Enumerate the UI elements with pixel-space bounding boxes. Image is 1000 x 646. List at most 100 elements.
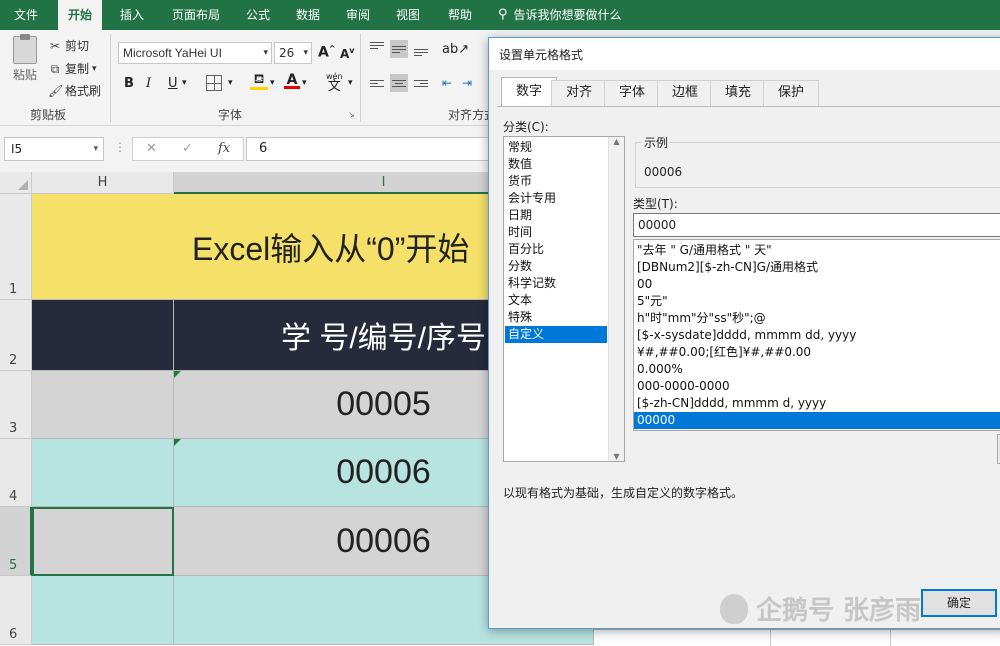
group-divider [360,34,361,122]
tab-formulas[interactable]: 公式 [236,0,280,30]
category-item[interactable]: 分数 [505,258,607,275]
category-item[interactable]: 常规 [505,139,607,156]
chevron-down-icon[interactable]: ▾ [302,78,307,88]
dialog-launcher-icon[interactable]: ↘ [348,110,355,119]
bold-button[interactable]: B [124,76,134,91]
grow-font-button[interactable]: A^ [318,44,336,61]
name-box[interactable]: I5 ▾ [4,137,104,161]
row-header-2[interactable]: 2 [0,300,32,371]
tab-data[interactable]: 数据 [286,0,330,30]
cell-h6[interactable] [32,576,174,645]
font-color-button[interactable]: A [284,72,300,89]
column-header-h[interactable]: H [32,172,174,194]
font-size-select[interactable]: 26 ▾ [274,42,312,64]
penguin-logo-icon [720,593,748,624]
italic-button[interactable]: I [146,76,151,91]
format-item[interactable]: h"时"mm"分"ss"秒";@ [634,310,1000,327]
format-item[interactable]: [$-x-sysdate]dddd, mmmm dd, yyyy [634,327,1000,344]
format-painter-button[interactable]: 🖌 格式刷 [48,82,101,99]
dialog-tab-alignment[interactable]: 对齐 [551,80,608,106]
header-cell-h2[interactable] [32,300,174,371]
format-item[interactable]: [$-zh-CN]dddd, mmmm d, yyyy [634,395,1000,412]
paste-button[interactable]: 粘贴 [8,34,42,83]
chevron-down-icon[interactable]: ▾ [228,78,233,88]
align-top-icon[interactable] [368,40,386,58]
row-header-5[interactable]: 5 [0,507,32,576]
dialog-tab-number[interactable]: 数字 [501,77,558,107]
tab-insert[interactable]: 插入 [110,0,154,30]
category-item[interactable]: 会计专用 [505,190,607,207]
copy-button[interactable]: ⧉ 复制 ▾ [48,60,97,77]
category-item[interactable]: 百分比 [505,241,607,258]
ok-button[interactable]: 确定 [921,589,997,617]
align-center-icon[interactable] [390,74,408,92]
format-item-selected[interactable]: 00000 [634,412,1000,429]
decrease-indent-icon[interactable]: ⇤ [442,76,452,90]
category-item[interactable]: 货币 [505,173,607,190]
chevron-down-icon[interactable]: ▾ [182,78,187,88]
category-item[interactable]: 日期 [505,207,607,224]
cell-h3[interactable] [32,371,174,439]
dialog-tab-border[interactable]: 边框 [657,80,714,106]
watermark: 企鹅号 张彦雨 [720,590,921,627]
select-all-corner[interactable] [0,172,32,194]
clipboard-group-label: 剪贴板 [30,108,67,122]
format-list[interactable]: "去年 " G/通用格式 " 天" [DBNum2][$-zh-CN]G/通用格… [633,239,1000,431]
underline-button[interactable]: U [168,76,178,91]
format-item[interactable]: 5"元" [634,293,1000,310]
row-header-4[interactable]: 4 [0,439,32,507]
shrink-font-button[interactable]: Av [340,46,355,61]
dialog-tab-protection[interactable]: 保护 [763,80,820,106]
align-left-icon[interactable] [368,74,386,92]
category-item[interactable]: 时间 [505,224,607,241]
cell-h5[interactable] [32,507,174,576]
row-header-6[interactable]: 6 [0,576,32,645]
row-header-3[interactable]: 3 [0,371,32,439]
tell-me-box[interactable]: ⚲ 告诉我你想要做什么 [498,0,622,30]
format-item[interactable]: "去年 " G/通用格式 " 天" [634,242,1000,259]
phonetic-button[interactable]: wén 文 [326,72,343,93]
chevron-down-icon: ▾ [93,144,98,154]
cell-h4[interactable] [32,439,174,507]
category-item[interactable]: 文本 [505,292,607,309]
chevron-down-icon[interactable]: ▾ [348,78,353,88]
format-item[interactable]: [DBNum2][$-zh-CN]G/通用格式 [634,259,1000,276]
tab-page-layout[interactable]: 页面布局 [162,0,230,30]
format-item[interactable]: ¥#,##0.00;[红色]¥#,##0.00 [634,344,1000,361]
category-list[interactable]: ▲ ▼ 常规 数值 货币 会计专用 日期 时间 百分比 分数 科学记数 文本 特… [503,136,625,462]
grid-remainder [594,629,1000,646]
font-name-select[interactable]: Microsoft YaHei UI ▾ [118,42,272,64]
align-right-icon[interactable] [412,74,430,92]
category-scrollbar[interactable]: ▲ ▼ [608,137,624,461]
align-middle-icon[interactable] [390,40,408,58]
category-item[interactable]: 数值 [505,156,607,173]
more-options-icon: ⋮ [114,140,126,154]
orientation-icon[interactable]: ab↗ [442,42,469,57]
enter-icon[interactable]: ✓ [182,141,193,156]
borders-icon[interactable] [206,75,222,91]
tab-review[interactable]: 审阅 [336,0,380,30]
increase-indent-icon[interactable]: ⇥ [462,76,472,90]
fill-color-button[interactable]: ⛾ [250,72,268,90]
dialog-title: 设置单元格格式 [499,48,584,62]
category-item[interactable]: 特殊 [505,309,607,326]
tab-home[interactable]: 开始 [58,0,103,30]
insert-function-icon[interactable]: fx [218,141,230,156]
align-bottom-icon[interactable] [412,40,430,58]
cut-button[interactable]: ✂ 剪切 [48,37,89,54]
dialog-tab-font[interactable]: 字体 [604,80,661,106]
tab-file[interactable]: 文件 [4,0,48,30]
format-item[interactable]: 0.000% [634,361,1000,378]
row-header-1[interactable]: 1 [0,194,32,300]
category-item[interactable]: 科学记数 [505,275,607,292]
category-item-selected[interactable]: 自定义 [505,326,607,343]
chevron-down-icon[interactable]: ▾ [270,78,275,88]
format-item[interactable]: 00 [634,276,1000,293]
type-input[interactable]: 00000 [633,213,1000,237]
format-item[interactable]: 000-0000-0000 [634,378,1000,395]
cancel-icon[interactable]: ✕ [146,141,157,156]
tab-help[interactable]: 帮助 [438,0,482,30]
tab-view[interactable]: 视图 [386,0,430,30]
dialog-tab-fill[interactable]: 填充 [710,80,767,106]
group-divider [110,34,111,122]
